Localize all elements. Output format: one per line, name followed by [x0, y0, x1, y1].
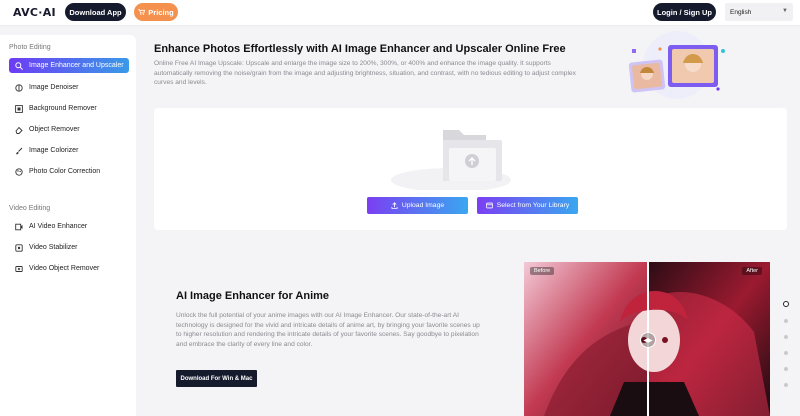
video-enhance-icon — [15, 223, 23, 231]
library-icon — [485, 202, 493, 209]
sidebar-item-label: Image Denoiser — [29, 84, 79, 91]
download-win-mac-button[interactable]: Download For Win & Mac — [176, 370, 257, 387]
carousel-dot[interactable] — [784, 383, 788, 387]
sidebar-item-video-object-remover[interactable]: Video Object Remover — [9, 261, 129, 276]
sidebar-item-image-denoiser[interactable]: Image Denoiser — [9, 80, 129, 95]
denoise-icon — [15, 83, 23, 92]
top-navigation-bar: AVC·AI Download App Pricing Login / Sign… — [0, 0, 800, 26]
language-select[interactable]: English ▼ — [725, 3, 793, 21]
carousel-dot[interactable] — [784, 367, 788, 371]
comparison-drag-handle[interactable]: ◀▶ — [640, 332, 656, 348]
pricing-button[interactable]: Pricing — [134, 3, 178, 21]
page-title: Enhance Photos Effortlessly with AI Imag… — [154, 43, 566, 55]
before-after-comparison[interactable]: Before After ◀▶ — [524, 262, 770, 416]
language-value: English — [730, 8, 752, 16]
sidebar-item-label: Object Remover — [29, 126, 80, 133]
before-label: Before — [530, 267, 555, 275]
palette-icon — [15, 167, 23, 176]
sidebar-item-label: Photo Color Correction — [29, 168, 101, 175]
magnify-icon — [15, 61, 23, 70]
chevron-down-icon: ▼ — [782, 8, 788, 14]
sidebar-item-video-stabilizer[interactable]: Video Stabilizer — [9, 240, 129, 255]
folder-upload-icon — [391, 130, 511, 190]
login-signup-button[interactable]: Login / Sign Up — [653, 3, 716, 21]
select-library-button[interactable]: Select from Your Library — [477, 197, 578, 214]
pricing-label: Pricing — [148, 7, 174, 17]
sidebar: Photo Editing Image Enhancer and Upscale… — [0, 35, 136, 416]
hero-illustration — [628, 31, 725, 99]
sidebar-item-label: Image Colorizer — [29, 147, 79, 154]
video-editing-heading: Video Editing — [9, 205, 51, 212]
carousel-dot[interactable] — [784, 335, 788, 339]
select-library-label: Select from Your Library — [496, 202, 570, 209]
cart-icon — [138, 9, 146, 15]
avc-ai-logo[interactable]: AVC·AI — [13, 6, 56, 19]
sidebar-item-object-remover[interactable]: Object Remover — [9, 122, 129, 137]
eraser-icon — [15, 126, 23, 134]
sidebar-item-background-remover[interactable]: Background Remover — [9, 101, 129, 116]
sidebar-item-label: Video Object Remover — [29, 265, 100, 272]
background-icon — [15, 104, 23, 113]
feature-description: Unlock the full potential of your anime … — [176, 312, 480, 348]
brush-icon — [15, 147, 23, 155]
sidebar-item-label: Image Enhancer and Upscaler — [29, 62, 124, 69]
page-description: Online Free AI Image Upscale: Upscale an… — [154, 60, 576, 87]
sidebar-item-ai-video-enhancer[interactable]: AI Video Enhancer — [9, 219, 129, 234]
sidebar-item-image-enhancer[interactable]: Image Enhancer and Upscaler — [9, 58, 129, 73]
upload-icon — [391, 202, 398, 209]
sidebar-item-photo-color-correction[interactable]: Photo Color Correction — [9, 164, 129, 179]
stabilizer-icon — [15, 243, 23, 252]
download-app-button[interactable]: Download App — [65, 3, 126, 21]
sidebar-item-label: Background Remover — [29, 105, 97, 112]
video-eraser-icon — [15, 265, 23, 273]
carousel-dot[interactable] — [784, 319, 788, 323]
photo-editing-heading: Photo Editing — [9, 44, 51, 51]
carousel-dot[interactable] — [784, 351, 788, 355]
after-label: After — [742, 267, 762, 275]
carousel-indicators — [783, 301, 789, 399]
upload-image-button[interactable]: Upload Image — [367, 197, 468, 214]
feature-title: AI Image Enhancer for Anime — [176, 290, 330, 302]
sidebar-item-label: AI Video Enhancer — [29, 223, 88, 230]
carousel-dot[interactable] — [783, 301, 789, 307]
upload-image-label: Upload Image — [401, 202, 445, 209]
sidebar-item-label: Video Stabilizer — [29, 244, 78, 251]
sidebar-item-image-colorizer[interactable]: Image Colorizer — [9, 143, 129, 158]
